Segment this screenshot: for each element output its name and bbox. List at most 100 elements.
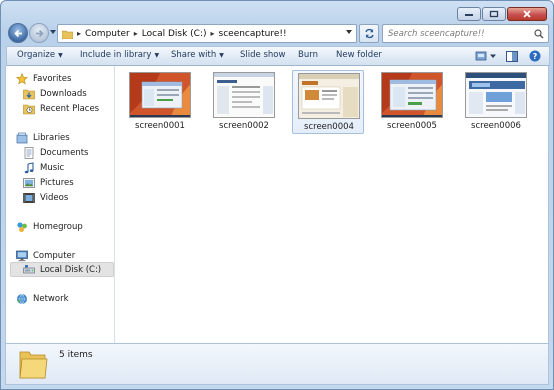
nav-local-disk[interactable]: Local Disk (C:) [10, 262, 114, 277]
preview-pane-icon [506, 50, 518, 62]
caption-buttons [457, 7, 547, 21]
refresh-button[interactable] [359, 24, 379, 43]
slide-show-button[interactable]: Slide show [240, 50, 285, 60]
nav-libraries-label: Libraries [33, 132, 70, 143]
menu-caret-icon: ▼ [58, 51, 63, 59]
nav-documents[interactable]: Documents [23, 145, 88, 160]
breadcrumb-current-folder[interactable]: sceencapture!! [219, 29, 287, 39]
forward-arrow-icon [36, 29, 44, 38]
file-name: screen0006 [471, 121, 521, 131]
include-in-library-label: Include in library [80, 50, 152, 60]
close-icon [523, 10, 531, 18]
nav-homegroup[interactable]: Homegroup [16, 219, 83, 234]
nav-recent-places-label: Recent Places [40, 103, 100, 114]
nav-favorites-label: Favorites [33, 73, 72, 84]
nav-computer-label: Computer [33, 250, 76, 261]
hard-drive-icon [23, 264, 35, 276]
orange-desktop-thumbnail [381, 72, 443, 118]
downloads-folder-icon [23, 88, 35, 100]
close-button[interactable] [507, 7, 547, 21]
folder-icon [19, 351, 48, 379]
forward-button[interactable] [29, 23, 49, 43]
nav-network-label: Network [33, 293, 69, 304]
breadcrumb-separator-icon[interactable]: ▸ [77, 29, 81, 38]
recent-pages-chevron-icon[interactable] [50, 30, 56, 34]
videos-icon [23, 192, 35, 204]
beige-webpage-thumbnail [298, 73, 360, 119]
main-area: Favorites Downloads Recent Places Librar… [5, 66, 549, 343]
homegroup-icon [16, 221, 28, 233]
nav-videos[interactable]: Videos [23, 190, 68, 205]
navigation-row: ▸ Computer ▸ Local Disk (C:) ▸ sceencapt… [5, 23, 551, 45]
file-name: screen0002 [219, 121, 269, 131]
nav-libraries[interactable]: Libraries [16, 130, 70, 145]
nav-downloads-label: Downloads [40, 88, 87, 99]
nav-music[interactable]: Music [23, 160, 64, 175]
file-list: screen0001 screen0002 screen0004 screen0… [116, 66, 549, 343]
file-item[interactable]: screen0005 [376, 70, 448, 134]
new-folder-label: New folder [336, 50, 382, 60]
svg-text:?: ? [533, 52, 538, 61]
file-name: screen0004 [304, 122, 354, 132]
change-view-button[interactable] [475, 49, 497, 63]
minimize-button[interactable] [457, 7, 481, 21]
search-input[interactable] [383, 25, 528, 42]
back-button[interactable] [8, 23, 28, 43]
file-name: screen0005 [387, 121, 437, 131]
nav-downloads[interactable]: Downloads [23, 86, 87, 101]
nav-music-label: Music [40, 162, 65, 173]
menu-caret-icon: ▼ [154, 51, 160, 59]
nav-videos-label: Videos [40, 192, 69, 203]
file-item[interactable]: screen0001 [124, 70, 196, 134]
file-item[interactable]: screen0006 [460, 70, 532, 134]
minimize-icon [465, 14, 473, 16]
command-bar: Organize ▼ Include in library ▼ Share with… [6, 46, 550, 66]
refresh-icon [364, 28, 374, 39]
view-icon [475, 51, 496, 61]
music-icon [23, 161, 35, 174]
share-with-menu[interactable]: Share with ▼ [171, 50, 224, 60]
nav-network[interactable]: Network [16, 291, 69, 306]
help-icon: ? [529, 50, 541, 62]
orange-desktop-thumbnail [129, 72, 191, 118]
nav-pictures[interactable]: Pictures [23, 175, 74, 190]
burn-button[interactable]: Burn [298, 50, 318, 60]
file-name: screen0001 [135, 121, 185, 131]
search-icon[interactable] [534, 29, 544, 39]
preview-pane-button[interactable] [504, 49, 520, 63]
slide-show-label: Slide show [240, 50, 286, 60]
address-bar[interactable]: ▸ Computer ▸ Local Disk (C:) ▸ sceencapt… [57, 24, 357, 43]
breadcrumb-computer[interactable]: Computer [85, 29, 130, 39]
nav-favorites[interactable]: Favorites [16, 71, 71, 86]
folder-icon [62, 30, 73, 39]
nav-documents-label: Documents [40, 147, 89, 158]
file-item[interactable]: screen0002 [208, 70, 280, 134]
nav-pictures-label: Pictures [40, 177, 74, 188]
network-icon [16, 293, 28, 305]
breadcrumb-separator-icon[interactable]: ▸ [211, 29, 215, 38]
pictures-icon [23, 177, 35, 189]
breadcrumb-local-disk[interactable]: Local Disk (C:) [142, 29, 207, 39]
computer-icon [16, 250, 28, 262]
nav-recent-places[interactable]: Recent Places [23, 101, 99, 116]
address-history-chevron-icon[interactable] [346, 30, 352, 34]
file-item-selected[interactable]: screen0004 [292, 70, 364, 134]
maximize-button[interactable] [482, 7, 506, 21]
help-button[interactable]: ? [527, 49, 543, 63]
include-in-library-menu[interactable]: Include in library ▼ [80, 50, 159, 60]
organize-menu[interactable]: Organize ▼ [17, 50, 63, 60]
nav-computer[interactable]: Computer [16, 248, 75, 263]
view-tools: ? [475, 49, 543, 63]
blue-webpage-thumbnail [465, 72, 527, 118]
library-icon [16, 132, 28, 144]
new-folder-button[interactable]: New folder [336, 50, 382, 60]
recent-places-icon [23, 103, 35, 115]
details-pane: 5 items [5, 343, 549, 385]
white-webpage-thumbnail [213, 72, 275, 118]
nav-homegroup-label: Homegroup [33, 221, 83, 232]
search-box [382, 24, 549, 43]
maximize-icon [489, 10, 499, 18]
breadcrumb-separator-icon[interactable]: ▸ [134, 29, 138, 38]
organize-label: Organize [17, 50, 56, 60]
menu-caret-icon: ▼ [219, 51, 224, 59]
